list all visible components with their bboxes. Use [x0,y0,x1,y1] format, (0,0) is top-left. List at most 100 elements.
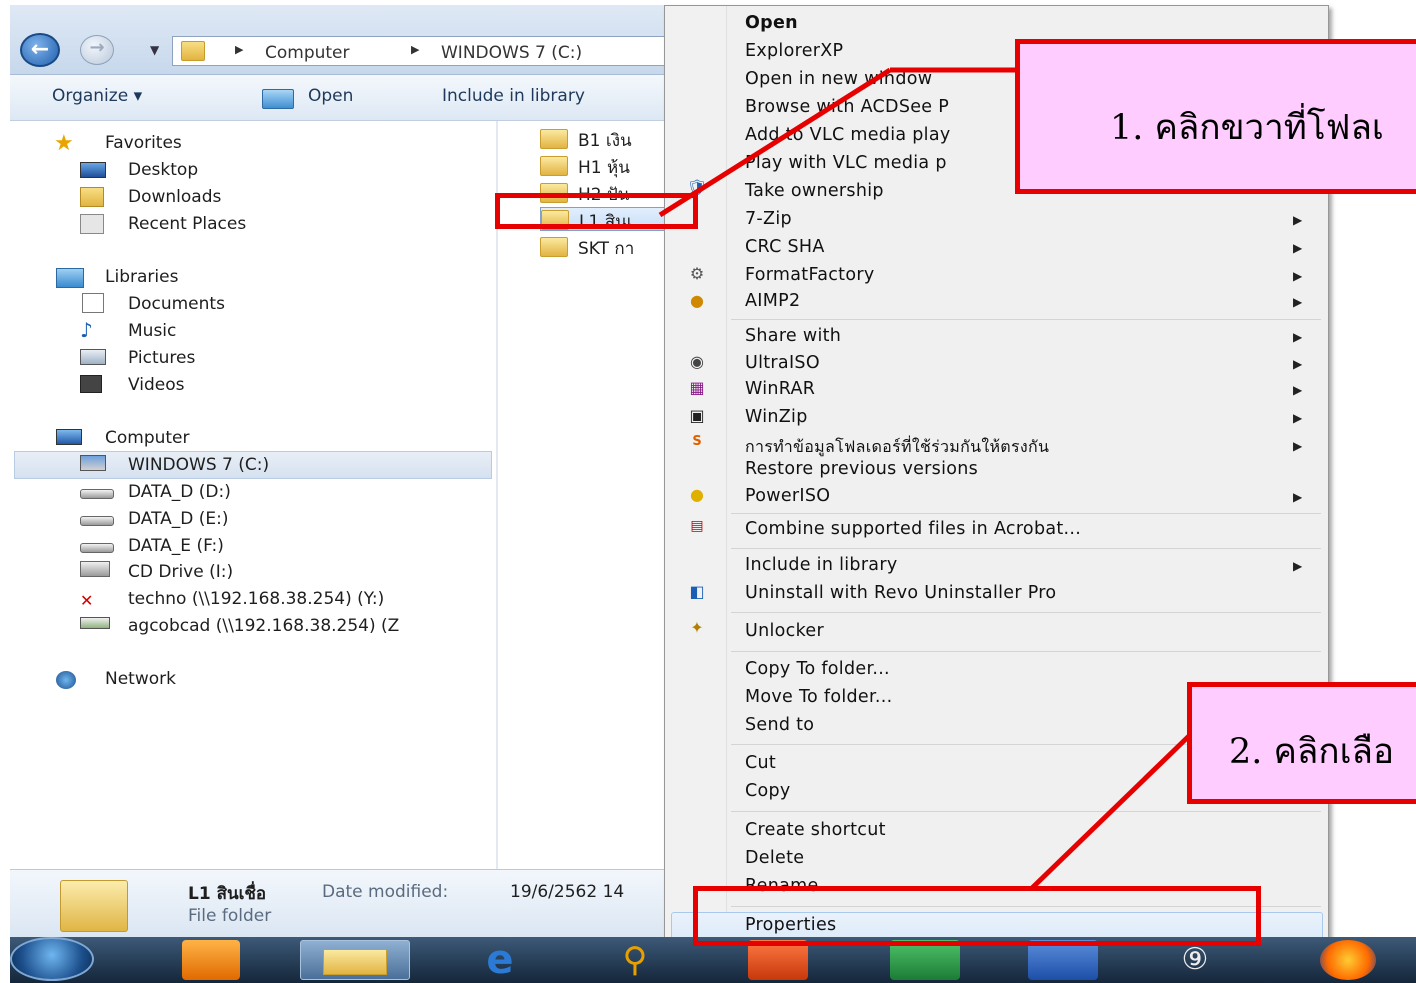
downloads-icon [80,187,104,207]
menu-item-crc-sha[interactable]: CRC SHA [745,237,825,257]
start-button[interactable] [10,937,94,981]
nav-drive-c[interactable]: WINDOWS 7 (C:) [128,455,269,475]
menu-item-revo-uninstall[interactable]: Uninstall with Revo Uninstaller Pro [745,583,1056,603]
breadcrumb-drive[interactable]: WINDOWS 7 (C:) [441,43,582,63]
computer-icon [56,429,82,445]
winrar-icon: ▦ [689,378,705,397]
list-item[interactable]: SKT กา [540,235,670,259]
nav-music[interactable]: Music [128,321,176,341]
breadcrumb-separator-icon[interactable]: ▶ [411,43,419,56]
sync-icon: S [692,434,702,449]
nav-network[interactable]: Network [105,669,176,689]
nav-drive-f[interactable]: DATA_E (F:) [128,536,224,556]
nav-documents[interactable]: Documents [128,294,225,314]
menu-item-acdsee[interactable]: Browse with ACDSee P [745,97,949,117]
menu-item-winrar[interactable]: WinRAR [745,379,815,399]
menu-item-poweriso[interactable]: PowerISO [745,486,830,506]
breadcrumb[interactable]: ▶ Computer ▶ WINDOWS 7 (C:) [172,36,672,66]
documents-icon [82,293,104,313]
breadcrumb-separator-icon[interactable]: ▶ [235,43,243,56]
organize-button[interactable]: Organize ▾ [52,86,142,106]
details-date-value: 19/6/2562 14 [510,882,625,902]
properties-highlight-box [693,886,1261,946]
menu-item-create-shortcut[interactable]: Create shortcut [745,820,886,840]
nav-drive-d[interactable]: DATA_D (D:) [128,482,231,502]
menu-item-unlocker[interactable]: Unlocker [745,621,824,641]
hard-drive-icon [80,489,114,499]
nav-libraries[interactable]: Libraries [105,267,178,287]
word-icon[interactable] [1028,940,1098,980]
menu-item-winzip[interactable]: WinZip [745,407,808,427]
forward-button[interactable]: → [80,35,114,65]
nav-drive-y[interactable]: techno (\\192.168.38.254) (Y:) [128,589,384,609]
videos-icon [80,375,102,393]
nav-recent-places[interactable]: Recent Places [128,214,246,234]
pane-divider[interactable] [496,121,498,869]
include-in-library-button[interactable]: Include in library [442,86,585,106]
menu-item-delete[interactable]: Delete [745,848,804,868]
submenu-arrow-icon: ▶ [1293,411,1303,425]
revo-uninstaller-icon: ◧ [689,582,705,601]
menu-item-play-vlc[interactable]: Play with VLC media p [745,153,947,173]
menu-item-restore-versions[interactable]: Restore previous versions [745,459,978,479]
submenu-arrow-icon: ▶ [1293,295,1303,309]
powerpoint-icon[interactable] [748,940,808,980]
recent-pages-dropdown-icon[interactable]: ▼ [150,43,159,57]
hard-drive-icon [80,516,114,526]
network-icon [56,671,76,689]
taskbar-explorer-button[interactable] [300,940,410,980]
list-item[interactable]: H1 หุ้น [540,154,670,178]
menu-item-share-with[interactable]: Share with [745,326,841,346]
menu-item-add-vlc[interactable]: Add to VLC media play [745,125,951,145]
magic-wand-icon: ✦ [690,618,704,637]
menu-item-open-new-window[interactable]: Open in new window [745,69,932,89]
open-button[interactable]: Open [308,86,353,106]
menu-item-formatfactory[interactable]: FormatFactory [745,265,875,285]
menu-item-copy-to-folder[interactable]: Copy To folder... [745,659,890,679]
windows-drive-icon [80,455,106,471]
folder-icon [540,156,568,176]
menu-separator [731,811,1321,812]
menu-item-7zip[interactable]: 7-Zip [745,209,792,229]
nav-desktop[interactable]: Desktop [128,160,198,180]
media-player-icon[interactable] [182,940,240,980]
desktop-icon [80,162,106,178]
menu-item-sync-folders[interactable]: การทำข้อมูลโฟลเดอร์ที่ใช้ร่วมกันให้ตรงกั… [745,435,1049,460]
nav-downloads[interactable]: Downloads [128,187,221,207]
menu-item-ultraiso[interactable]: UltraISO [745,353,820,373]
menu-item-copy[interactable]: Copy [745,781,791,801]
menu-icon-gutter [665,6,727,939]
menu-item-cut[interactable]: Cut [745,753,776,773]
firefox-icon[interactable] [1320,940,1376,980]
menu-item-open[interactable]: Open [745,13,798,33]
folder-icon [60,880,128,932]
menu-item-aimp2[interactable]: AIMP2 [745,291,800,311]
submenu-arrow-icon: ▶ [1293,357,1303,371]
menu-item-take-ownership[interactable]: Take ownership [745,181,884,201]
explorer-window: ← → ▼ ▶ Computer ▶ WINDOWS 7 (C:) Organi… [10,5,674,937]
menu-item-explorerxp[interactable]: ExplorerXP [745,41,843,61]
nav-drive-i[interactable]: CD Drive (I:) [128,562,233,582]
clock-app-icon[interactable]: ⑨ [1165,940,1225,980]
nav-videos[interactable]: Videos [128,375,185,395]
search-tool-icon[interactable]: ⚲ [605,940,665,980]
nav-pictures[interactable]: Pictures [128,348,195,368]
list-item[interactable]: B1 เงิน [540,127,670,151]
breadcrumb-computer[interactable]: Computer [265,43,350,63]
menu-item-send-to[interactable]: Send to [745,715,814,735]
open-icon [262,89,294,109]
submenu-arrow-icon: ▶ [1293,439,1303,453]
excel-icon[interactable] [890,940,960,980]
nav-computer[interactable]: Computer [105,428,190,448]
nav-drive-z[interactable]: agcobcad (\\192.168.38.254) (Z [128,616,399,636]
nav-drive-e[interactable]: DATA_D (E:) [128,509,229,529]
internet-explorer-icon[interactable]: e [465,940,535,980]
nav-favorites[interactable]: Favorites [105,133,182,153]
winzip-icon: ▣ [689,406,705,425]
menu-item-move-to-folder[interactable]: Move To folder... [745,687,892,707]
menu-item-include-library[interactable]: Include in library [745,555,897,575]
menu-item-acrobat-combine[interactable]: Combine supported files in Acrobat... [745,519,1081,539]
forward-arrow-icon: → [89,37,105,58]
back-button[interactable]: ← [20,33,60,67]
folder-icon [540,129,568,149]
